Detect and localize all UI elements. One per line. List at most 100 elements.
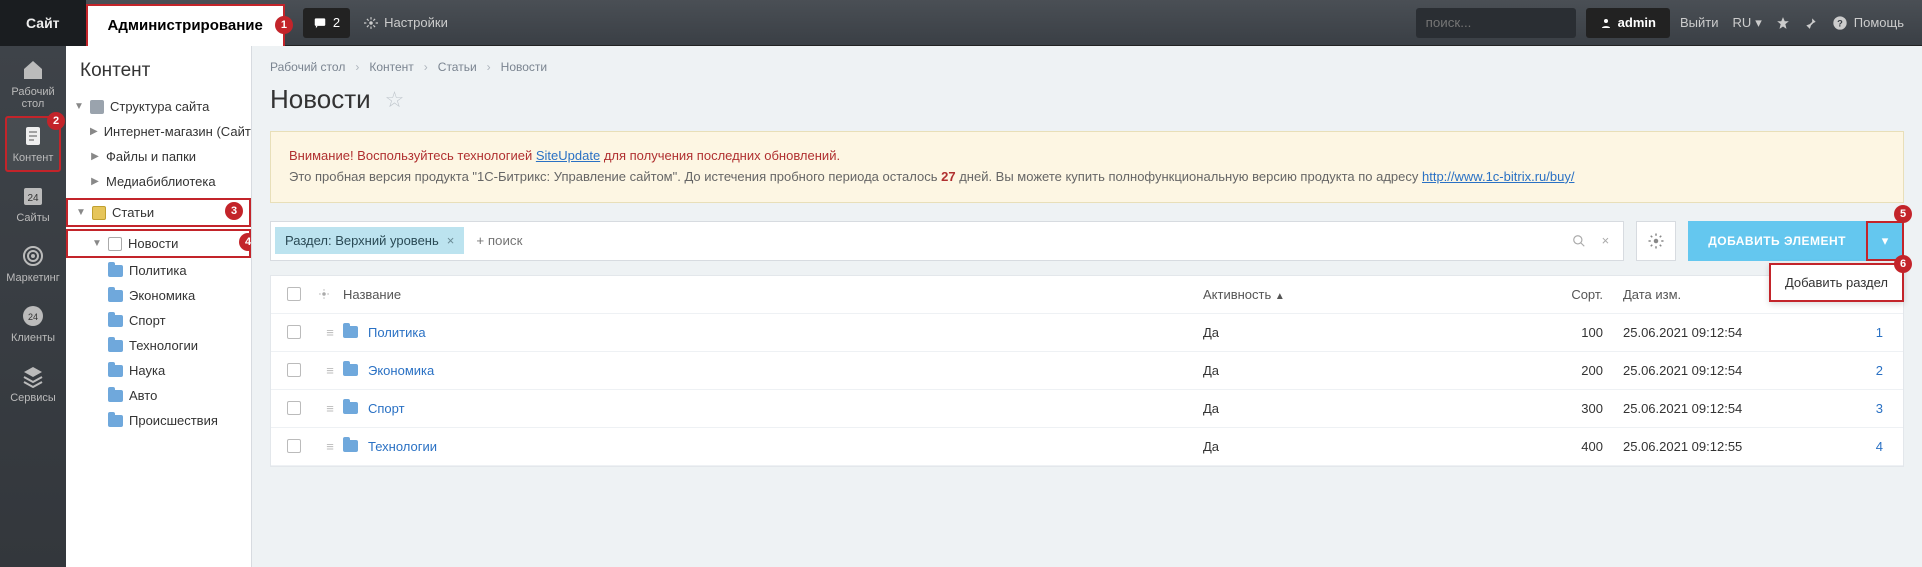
tree-news-label: Новости — [128, 236, 178, 251]
settings-label: Настройки — [384, 15, 448, 30]
crumb-articles[interactable]: Статьи — [438, 60, 477, 74]
row-name[interactable]: Технологии — [343, 439, 1203, 454]
row-id[interactable]: 2 — [1843, 363, 1903, 378]
svg-text:24: 24 — [27, 193, 39, 204]
rail-content[interactable]: 2 Контент — [5, 116, 61, 172]
tree-auto[interactable]: Авто — [66, 383, 251, 408]
rail-services[interactable]: Сервисы — [5, 356, 61, 412]
rail-desktop[interactable]: Рабочий стол — [5, 56, 61, 112]
row-menu-icon[interactable]: ≡ — [317, 325, 343, 340]
buy-link[interactable]: http://www.1c-bitrix.ru/buy/ — [1422, 169, 1574, 184]
tree-structure[interactable]: ▼ Структура сайта — [66, 94, 251, 119]
pin-icon — [1804, 16, 1818, 30]
add-element-button[interactable]: ДОБАВИТЬ ЭЛЕМЕНТ — [1688, 221, 1866, 261]
row-menu-icon[interactable]: ≡ — [317, 439, 343, 454]
row-date: 25.06.2021 09:12:55 — [1623, 439, 1843, 454]
tree-media[interactable]: ▶ Медиабиблиотека — [66, 169, 251, 194]
th-name[interactable]: Название — [343, 287, 1203, 302]
expander-icon: ▼ — [92, 238, 102, 249]
table-row[interactable]: ≡СпортДа30025.06.2021 09:12:543 — [271, 390, 1903, 428]
row-menu-icon[interactable]: ≡ — [317, 363, 343, 378]
rail-sites[interactable]: 24 Сайты — [5, 176, 61, 232]
row-checkbox[interactable] — [287, 363, 301, 377]
filter-tag-label: Раздел: Верхний уровень — [285, 233, 439, 248]
grid-settings-button[interactable] — [1636, 221, 1676, 261]
lang-selector[interactable]: RU ▾ — [1732, 15, 1761, 31]
help-button[interactable]: ? Помощь — [1832, 15, 1904, 31]
rail-marketing[interactable]: Маркетинг — [5, 236, 61, 292]
table-row[interactable]: ≡ПолитикаДа10025.06.2021 09:12:541 — [271, 314, 1903, 352]
add-dropdown-button[interactable]: ▾ 5 — [1866, 221, 1904, 261]
filter-input[interactable] — [472, 229, 1559, 252]
tree-economy[interactable]: Экономика — [66, 283, 251, 308]
th-active[interactable]: Активность ▲ — [1203, 287, 1523, 302]
folder-icon — [108, 415, 123, 427]
notifications-button[interactable]: 2 — [303, 8, 350, 38]
add-section-item[interactable]: Добавить раздел — [1785, 275, 1888, 290]
select-all-checkbox[interactable] — [287, 287, 301, 301]
tree-news[interactable]: ▼ Новости 4 — [66, 229, 251, 258]
tree-politics[interactable]: Политика — [66, 258, 251, 283]
tree-articles[interactable]: ▼ Статьи 3 — [66, 198, 251, 227]
favorite-button[interactable] — [1776, 16, 1790, 30]
tree-incidents[interactable]: Происшествия — [66, 408, 251, 433]
tab-admin[interactable]: Администрирование 1 — [86, 4, 285, 46]
row-name[interactable]: Политика — [343, 325, 1203, 340]
sort-asc-icon: ▲ — [1275, 291, 1285, 302]
warn-line1-prefix: Внимание! Воспользуйтесь технологией — [289, 148, 536, 163]
document-icon — [21, 124, 45, 148]
tree-sport[interactable]: Спорт — [66, 308, 251, 333]
row-checkbox[interactable] — [287, 401, 301, 415]
svg-text:24: 24 — [28, 312, 38, 322]
tree-files-label: Файлы и папки — [106, 149, 196, 164]
tab-admin-label: Администрирование — [108, 17, 263, 34]
row-checkbox[interactable] — [287, 325, 301, 339]
tree-articles-label: Статьи — [112, 205, 154, 220]
filter-clear-icon[interactable]: × — [1598, 233, 1614, 248]
crumb-news: Новости — [501, 60, 547, 74]
section-icon — [108, 237, 122, 251]
tree-science[interactable]: Наука — [66, 358, 251, 383]
search-input[interactable] — [1426, 15, 1603, 30]
pin-button[interactable] — [1804, 16, 1818, 30]
logout-link[interactable]: Выйти — [1680, 15, 1719, 30]
filter-tag[interactable]: Раздел: Верхний уровень × — [275, 227, 464, 254]
row-id[interactable]: 1 — [1843, 325, 1903, 340]
tree-files[interactable]: ▶ Файлы и папки — [66, 144, 251, 169]
filter-box[interactable]: Раздел: Верхний уровень × × — [270, 221, 1624, 261]
siteupdate-link[interactable]: SiteUpdate — [536, 148, 600, 163]
rail-clients[interactable]: 24 Клиенты — [5, 296, 61, 352]
row-date: 25.06.2021 09:12:54 — [1623, 325, 1843, 340]
row-name[interactable]: Экономика — [343, 363, 1203, 378]
filter-tag-remove[interactable]: × — [447, 233, 455, 248]
add-dropdown-menu: Добавить раздел 6 — [1769, 263, 1904, 302]
crumb-content[interactable]: Контент — [369, 60, 413, 74]
row-menu-icon[interactable]: ≡ — [317, 401, 343, 416]
col-settings-icon[interactable] — [317, 287, 343, 301]
th-sort[interactable]: Сорт. — [1523, 287, 1623, 302]
row-checkbox[interactable] — [287, 439, 301, 453]
row-id[interactable]: 4 — [1843, 439, 1903, 454]
user-button[interactable]: admin — [1586, 8, 1670, 38]
row-name[interactable]: Спорт — [343, 401, 1203, 416]
row-id[interactable]: 3 — [1843, 401, 1903, 416]
row-active: Да — [1203, 363, 1523, 378]
crumb-desktop[interactable]: Рабочий стол — [270, 60, 345, 74]
tree-item-label: Политика — [129, 263, 187, 278]
main-area: Рабочий стол› Контент› Статьи› Новости Н… — [252, 46, 1922, 567]
table-row[interactable]: ≡ТехнологииДа40025.06.2021 09:12:554 — [271, 428, 1903, 466]
folder-icon — [108, 340, 123, 352]
tab-site[interactable]: Сайт — [0, 0, 86, 46]
tree-tech[interactable]: Технологии — [66, 333, 251, 358]
top-search[interactable] — [1416, 8, 1576, 38]
tree-shop[interactable]: ▶ Интернет-магазин (Сайт по — [66, 119, 251, 144]
folder-icon — [108, 365, 123, 377]
favorite-star-icon[interactable]: ☆ — [385, 87, 405, 113]
tree-item-label: Авто — [129, 388, 157, 403]
settings-link[interactable]: Настройки — [364, 15, 448, 30]
filter-search-icon[interactable] — [1568, 234, 1590, 248]
rail-services-label: Сервисы — [10, 392, 56, 404]
table-row[interactable]: ≡ЭкономикаДа20025.06.2021 09:12:542 — [271, 352, 1903, 390]
marker-6: 6 — [1894, 255, 1912, 273]
marker-4: 4 — [239, 233, 252, 251]
